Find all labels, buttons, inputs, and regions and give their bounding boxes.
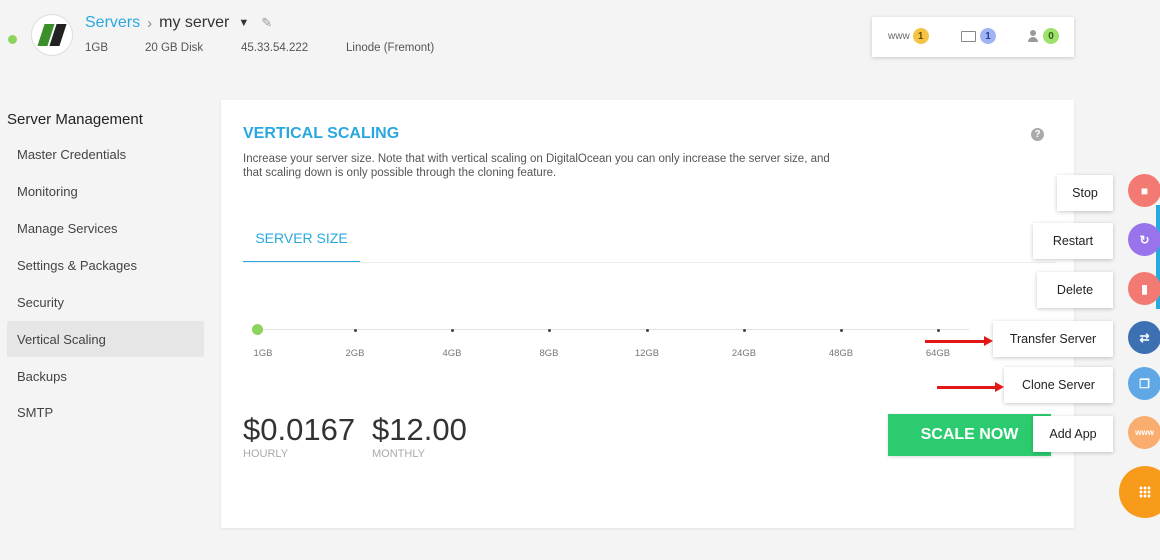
sidebar-item-backups[interactable]: Backups bbox=[7, 358, 204, 394]
sidebar-item-vertical-scaling[interactable]: Vertical Scaling bbox=[7, 321, 204, 357]
server-counts-box: www 1 1 0 bbox=[872, 17, 1074, 57]
hourly-label: HOURLY bbox=[243, 448, 289, 460]
slider-label-4gb: 4GB bbox=[442, 348, 462, 359]
slider-label-1gb: 1GB bbox=[253, 348, 273, 359]
clone-server-icon[interactable]: ❐ bbox=[1128, 367, 1160, 400]
www-count-badge: 1 bbox=[912, 28, 929, 44]
size-slider-handle[interactable] bbox=[252, 324, 263, 335]
user-count-badge: 0 bbox=[1043, 28, 1059, 44]
slider-label-2gb: 2GB bbox=[345, 348, 365, 359]
trash-icon[interactable]: ▮ bbox=[1128, 272, 1160, 305]
grid-icon bbox=[1139, 486, 1151, 498]
page-description: Increase your server size. Note that wit… bbox=[243, 153, 830, 179]
restart-icon[interactable]: ↻ bbox=[1128, 223, 1160, 256]
breadcrumb-separator: › bbox=[147, 14, 153, 32]
folder-count[interactable]: 1 bbox=[961, 28, 996, 44]
breadcrumb-servers-link[interactable]: Servers bbox=[85, 14, 140, 32]
server-provider: Linode (Fremont) bbox=[346, 42, 435, 54]
tab-server-size[interactable]: SERVER SIZE bbox=[243, 230, 360, 263]
slider-step-4gb[interactable] bbox=[451, 329, 454, 332]
sidebar-item-master-credentials[interactable]: Master Credentials bbox=[7, 136, 204, 172]
www-count[interactable]: www 1 bbox=[888, 28, 929, 44]
www-icon: www bbox=[888, 30, 910, 42]
server-status-dot bbox=[8, 35, 17, 44]
slider-step-12gb[interactable] bbox=[646, 329, 649, 332]
slider-label-8gb: 8GB bbox=[539, 348, 559, 359]
hourly-price: $0.0167 bbox=[243, 412, 356, 447]
server-ip: 45.33.54.222 bbox=[241, 42, 309, 54]
breadcrumb: Servers › my server ▼ ✎ bbox=[85, 14, 272, 32]
slider-step-64gb[interactable] bbox=[937, 329, 940, 332]
www-app-icon[interactable]: www bbox=[1128, 416, 1160, 449]
sidebar-item-monitoring[interactable]: Monitoring bbox=[7, 173, 204, 209]
monthly-price: $12.00 bbox=[372, 412, 467, 447]
slider-label-48gb: 48GB bbox=[828, 348, 854, 359]
monthly-label: MONTHLY bbox=[372, 448, 425, 460]
page-title: VERTICAL SCALING bbox=[243, 125, 400, 142]
slider-step-24gb[interactable] bbox=[743, 329, 746, 332]
help-icon[interactable]: ? bbox=[1031, 128, 1044, 141]
server-name[interactable]: my server bbox=[159, 14, 229, 32]
slider-label-64gb: 64GB bbox=[925, 348, 951, 359]
slider-step-2gb[interactable] bbox=[354, 329, 357, 332]
folder-icon bbox=[961, 30, 976, 42]
sidebar-item-security[interactable]: Security bbox=[7, 284, 204, 320]
server-disk: 20 GB Disk bbox=[145, 42, 204, 54]
chevron-down-icon[interactable]: ▼ bbox=[238, 17, 249, 29]
stop-button[interactable]: Stop bbox=[1057, 175, 1113, 211]
delete-button[interactable]: Delete bbox=[1037, 272, 1113, 308]
scale-now-button[interactable]: SCALE NOW bbox=[888, 414, 1051, 456]
actions-menu-button[interactable] bbox=[1119, 466, 1160, 518]
tab-divider bbox=[243, 262, 1056, 263]
user-icon bbox=[1027, 30, 1039, 42]
sidebar-title: Server Management bbox=[7, 111, 143, 128]
sidebar-item-smtp[interactable]: SMTP bbox=[7, 394, 204, 430]
slider-step-48gb[interactable] bbox=[840, 329, 843, 332]
transfer-server-button[interactable]: Transfer Server bbox=[993, 321, 1113, 357]
vertical-scaling-card: VERTICAL SCALING ? Increase your server … bbox=[221, 100, 1074, 528]
server-logo bbox=[31, 14, 73, 56]
clone-server-button[interactable]: Clone Server bbox=[1004, 367, 1113, 403]
user-count[interactable]: 0 bbox=[1027, 28, 1059, 44]
restart-button[interactable]: Restart bbox=[1033, 223, 1113, 259]
stop-icon[interactable]: ■ bbox=[1128, 174, 1160, 207]
sidebar-item-manage-services[interactable]: Manage Services bbox=[7, 210, 204, 246]
annotation-arrow-clone bbox=[937, 382, 1004, 392]
annotation-arrow-transfer bbox=[925, 336, 993, 346]
server-ram: 1GB bbox=[85, 42, 109, 54]
folder-count-badge: 1 bbox=[980, 28, 996, 44]
slider-label-24gb: 24GB bbox=[731, 348, 757, 359]
size-slider-track[interactable] bbox=[257, 329, 969, 330]
sidebar-item-settings-packages[interactable]: Settings & Packages bbox=[7, 247, 204, 283]
add-app-button[interactable]: Add App bbox=[1033, 416, 1113, 452]
slider-step-8gb[interactable] bbox=[548, 329, 551, 332]
edit-icon[interactable]: ✎ bbox=[261, 15, 272, 31]
slider-label-12gb: 12GB bbox=[634, 348, 660, 359]
transfer-server-icon[interactable]: ⇄ bbox=[1128, 321, 1160, 354]
